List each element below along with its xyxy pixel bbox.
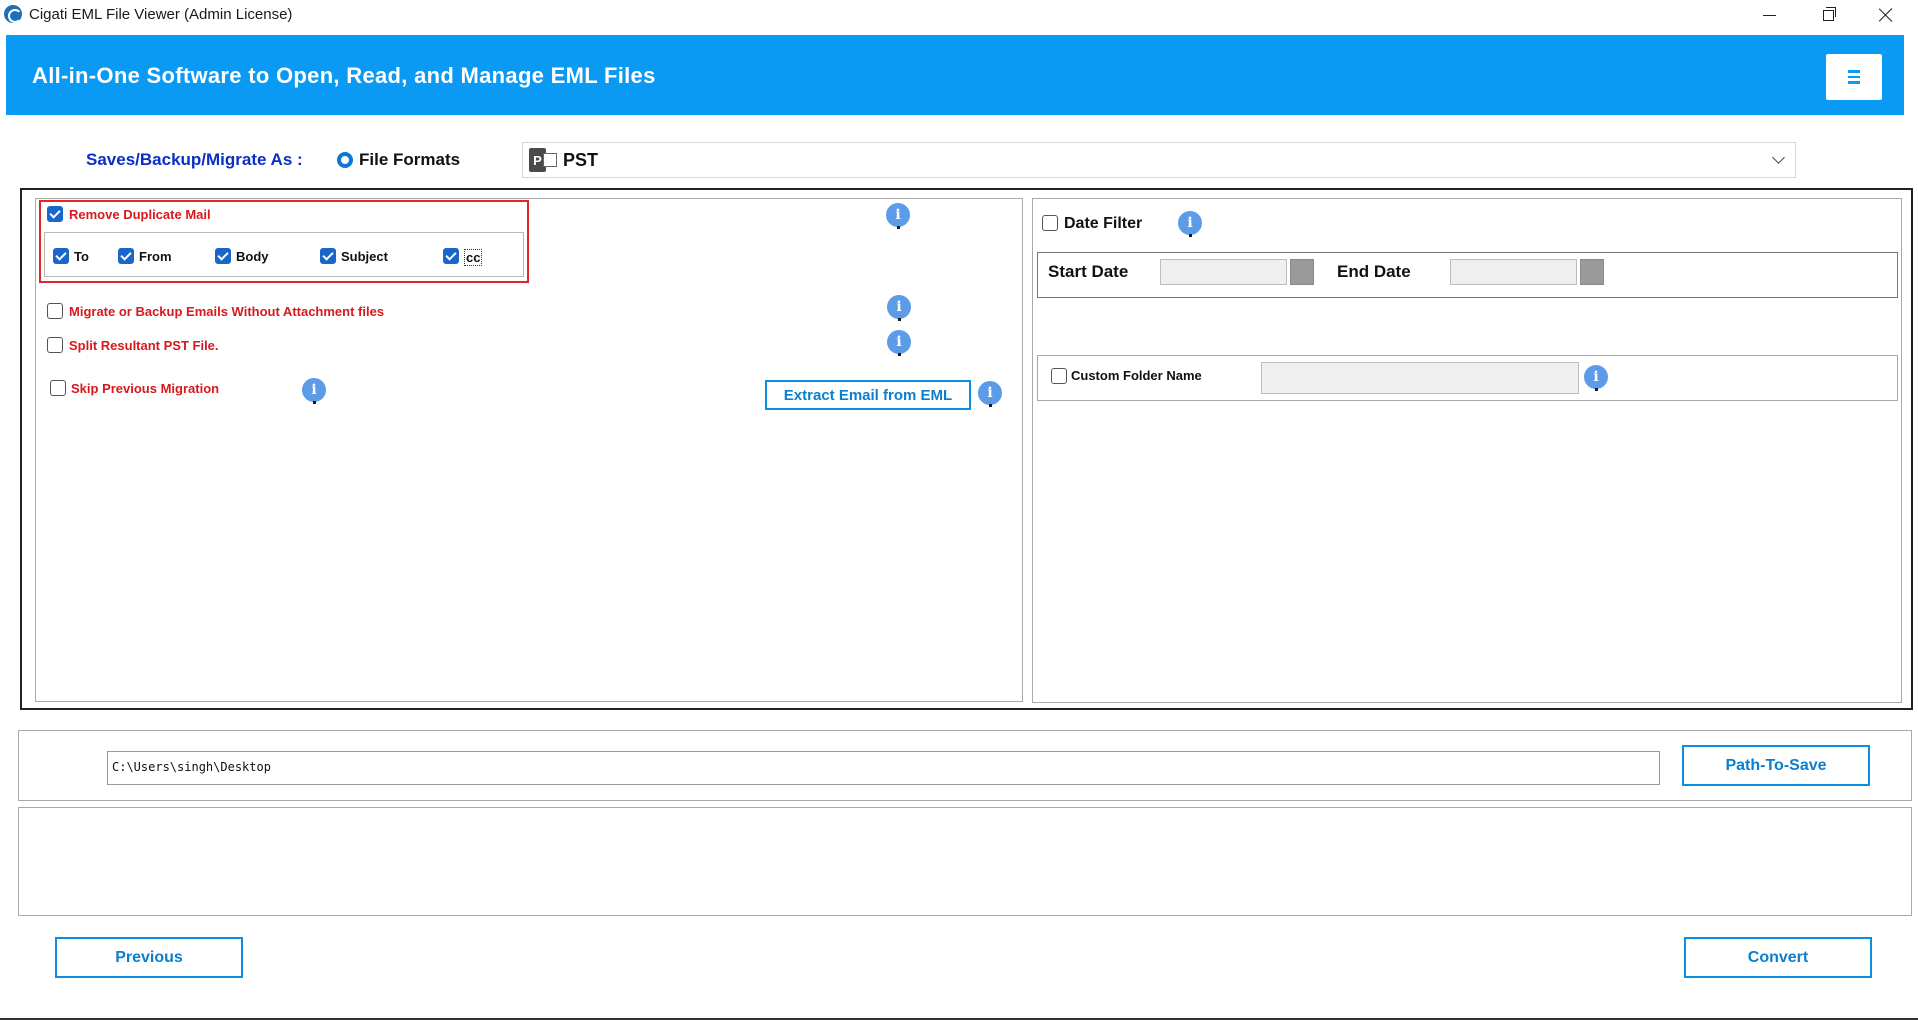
date-filter-checkbox[interactable] [1042,215,1058,231]
end-date-input[interactable] [1450,259,1577,285]
path-to-save-button[interactable]: Path-To-Save [1682,745,1870,786]
custom-folder-checkbox[interactable] [1051,368,1067,384]
dup-to-checkbox[interactable] [53,248,69,264]
dup-from-label: From [139,249,172,264]
title-bar: Cigati EML File Viewer (Admin License) [0,0,1918,30]
remove-duplicate-checkbox[interactable] [47,206,63,222]
info-icon[interactable]: i [302,378,326,404]
date-filter-label: Date Filter [1064,215,1143,232]
convert-button[interactable]: Convert [1684,937,1872,978]
restore-icon [1822,6,1836,21]
info-icon[interactable]: i [978,381,1002,407]
without-attachments-checkbox[interactable] [47,303,63,319]
banner-title: All-in-One Software to Open, Read, and M… [32,63,656,88]
header-banner: All-in-One Software to Open, Read, and M… [6,35,1904,115]
menu-line-icon [1848,81,1860,84]
save-as-label: Saves/Backup/Migrate As : [86,150,303,169]
previous-button[interactable]: Previous [55,937,243,978]
dup-from-checkbox[interactable] [118,248,134,264]
end-date-calendar-button[interactable] [1580,259,1604,285]
dup-cc-checkbox[interactable] [443,248,459,264]
start-date-calendar-button[interactable] [1290,259,1314,285]
start-date-input[interactable] [1160,259,1287,285]
without-attachments-label: Migrate or Backup Emails Without Attachm… [69,304,385,319]
menu-line-icon [1848,70,1860,73]
start-date-label: Start Date [1048,262,1129,281]
custom-folder-input[interactable] [1261,362,1579,394]
close-button[interactable] [1858,0,1914,30]
split-pst-checkbox[interactable] [47,337,63,353]
custom-folder-label: Custom Folder Name [1071,368,1202,383]
format-dropdown[interactable]: P PST [522,142,1796,178]
info-icon[interactable]: i [887,330,911,356]
end-date-label: End Date [1337,262,1411,281]
info-icon[interactable]: i [1178,211,1202,237]
split-pst-label: Split Resultant PST File. [69,338,219,353]
save-path-input[interactable]: C:\Users\singh\Desktop [107,751,1660,785]
close-icon [1878,7,1894,23]
file-formats-label: File Formats [359,150,461,169]
log-area [18,807,1912,916]
info-icon[interactable]: i [887,295,911,321]
pst-file-icon: P [529,148,557,172]
menu-line-icon [1848,75,1860,79]
dup-subject-checkbox[interactable] [320,248,336,264]
chevron-down-icon [1772,151,1785,164]
hamburger-menu-button[interactable] [1826,54,1882,100]
skip-previous-label: Skip Previous Migration [71,381,220,396]
dup-to-label: To [74,249,89,264]
dup-body-label: Body [236,249,269,264]
format-dropdown-value: PST [563,150,599,170]
dup-cc-label: cc [464,249,483,266]
info-icon[interactable]: i [1584,365,1608,391]
dup-body-checkbox[interactable] [215,248,231,264]
window-title: Cigati EML File Viewer (Admin License) [29,6,293,23]
app-logo-icon [4,5,22,23]
restore-button[interactable] [1800,0,1856,30]
remove-duplicate-label: Remove Duplicate Mail [69,207,211,222]
file-formats-radio[interactable] [337,152,353,168]
minimize-button[interactable] [1741,0,1797,30]
info-icon[interactable]: i [886,203,910,229]
dup-subject-label: Subject [341,249,388,264]
extract-email-button[interactable]: Extract Email from EML [765,380,971,410]
minimize-icon [1762,14,1776,16]
skip-previous-checkbox[interactable] [50,380,66,396]
